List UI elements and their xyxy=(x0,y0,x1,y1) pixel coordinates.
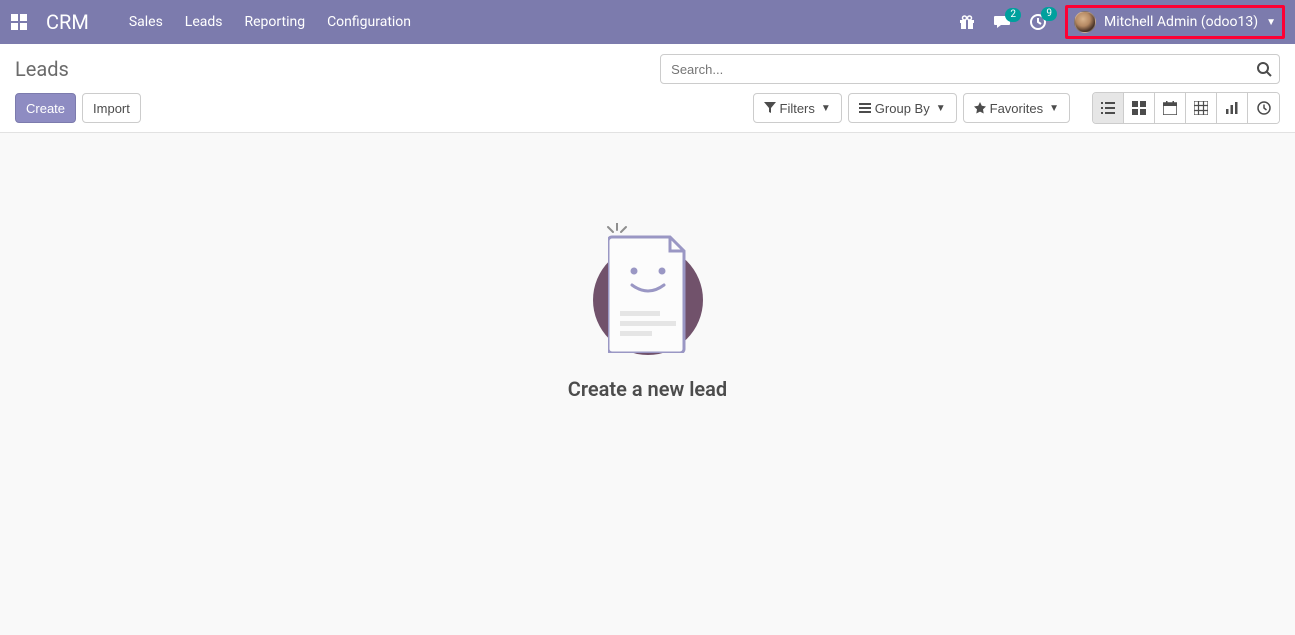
filter-icon xyxy=(764,102,776,114)
view-kanban-button[interactable] xyxy=(1124,93,1155,123)
caret-down-icon: ▼ xyxy=(1266,17,1276,28)
activities-icon[interactable]: 9 xyxy=(1029,13,1047,31)
search-input[interactable] xyxy=(660,54,1280,84)
gift-icon[interactable] xyxy=(959,14,975,30)
user-name-label: Mitchell Admin (odoo13) xyxy=(1104,14,1258,30)
top-navbar: CRM Sales Leads Reporting Configuration … xyxy=(0,0,1295,44)
empty-state: Create a new lead xyxy=(0,133,1295,441)
caret-down-icon: ▼ xyxy=(821,103,831,114)
nav-link-leads[interactable]: Leads xyxy=(185,14,223,30)
favorites-button[interactable]: Favorites ▼ xyxy=(963,93,1070,123)
nav-link-configuration[interactable]: Configuration xyxy=(327,14,411,30)
group-by-button[interactable]: Group By ▼ xyxy=(848,93,957,123)
group-by-label: Group By xyxy=(875,101,930,116)
caret-down-icon: ▼ xyxy=(936,103,946,114)
caret-down-icon: ▼ xyxy=(1049,103,1059,114)
view-list-button[interactable] xyxy=(1093,93,1124,123)
activities-badge: 9 xyxy=(1041,7,1057,21)
view-activity-button[interactable] xyxy=(1248,93,1279,123)
app-brand[interactable]: CRM xyxy=(46,10,89,34)
star-icon xyxy=(974,102,986,114)
avatar xyxy=(1074,11,1096,33)
messages-badge: 2 xyxy=(1005,8,1021,22)
page-title: Leads xyxy=(15,57,69,81)
nav-link-reporting[interactable]: Reporting xyxy=(245,14,306,30)
navbar-right: 2 9 Mitchell Admin (odoo13) ▼ xyxy=(959,5,1285,39)
messages-icon[interactable]: 2 xyxy=(993,14,1011,30)
nav-links: Sales Leads Reporting Configuration xyxy=(129,14,411,30)
filters-label: Filters xyxy=(780,101,815,116)
search-container xyxy=(660,54,1280,84)
create-button[interactable]: Create xyxy=(15,93,76,123)
list-icon xyxy=(859,102,871,114)
view-switcher xyxy=(1092,92,1280,124)
view-pivot-button[interactable] xyxy=(1186,93,1217,123)
favorites-label: Favorites xyxy=(990,101,1043,116)
apps-icon[interactable] xyxy=(10,13,28,31)
empty-illustration xyxy=(588,233,708,363)
user-menu[interactable]: Mitchell Admin (odoo13) ▼ xyxy=(1065,5,1285,39)
view-graph-button[interactable] xyxy=(1217,93,1248,123)
search-icon[interactable] xyxy=(1256,61,1272,77)
nav-link-sales[interactable]: Sales xyxy=(129,14,163,30)
import-button[interactable]: Import xyxy=(82,93,141,123)
filters-button[interactable]: Filters ▼ xyxy=(753,93,842,123)
view-calendar-button[interactable] xyxy=(1155,93,1186,123)
control-panel: Leads Create Import Filters ▼ Group By ▼ xyxy=(0,44,1295,133)
empty-state-title: Create a new lead xyxy=(568,377,727,401)
